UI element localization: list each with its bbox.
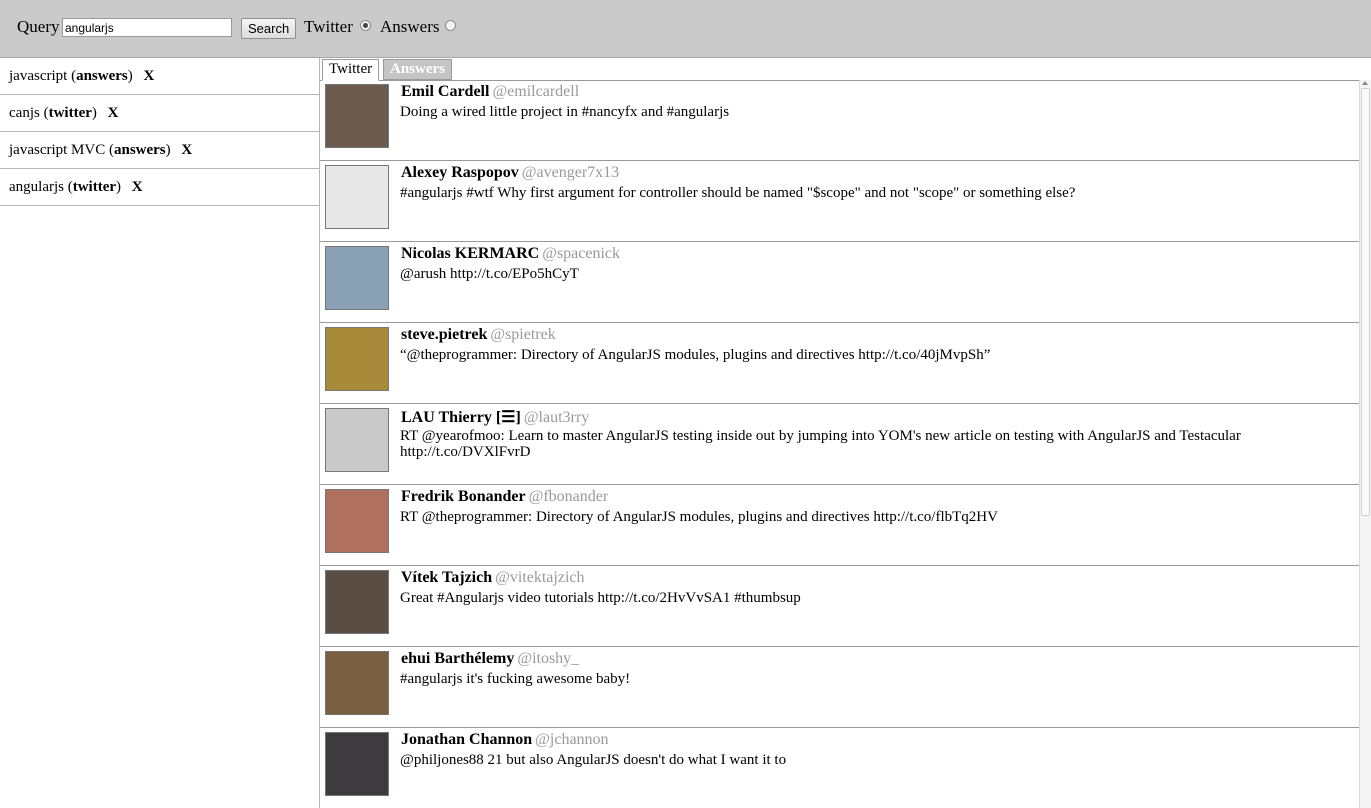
avatar[interactable] (325, 408, 389, 472)
tweet-item: ehui Barthélemy @itoshy_ #angularjs it's f… (320, 647, 1359, 728)
author-name[interactable]: ehui Barthélemy (401, 650, 514, 667)
search-bar: Query Search Twitter Answers (0, 0, 1371, 58)
source-twitter-label: Twitter (304, 17, 353, 36)
tweet-item: Jonathan Channon @jchannon @philjones88 21… (320, 728, 1359, 808)
author-name[interactable]: Nicolas KERMARC (401, 245, 539, 262)
author-handle[interactable]: @emilcardell (492, 83, 579, 100)
avatar[interactable] (325, 651, 389, 715)
tab-answers[interactable]: Answers (383, 59, 452, 80)
scroll-up-icon[interactable] (1362, 81, 1368, 85)
author-name[interactable]: Vítek Tajzich (401, 569, 492, 586)
avatar[interactable] (325, 732, 389, 796)
scrollbar-thumb[interactable] (1361, 88, 1370, 516)
tweet-text: RT @theprogrammer: Directory of AngularJ… (400, 509, 998, 525)
avatar[interactable] (325, 489, 389, 553)
tweet-author: Vítek Tajzich @vitektajzich (401, 569, 585, 587)
author-handle[interactable]: @vitektajzich (495, 569, 584, 586)
tweet-text: “@theprogrammer: Directory of AngularJS … (400, 347, 991, 363)
tweet-item: steve.pietrek @spietrek “@theprogrammer: D… (320, 323, 1359, 404)
tweet-text: @arush http://t.co/EPo5hCyT (400, 266, 579, 282)
source-answers-label: Answers (380, 17, 440, 36)
author-name[interactable]: Emil Cardell (401, 83, 489, 100)
avatar[interactable] (325, 327, 389, 391)
tweet-author: Emil Cardell @emilcardell (401, 83, 579, 101)
saved-search-source: twitter (72, 179, 117, 195)
tweet-list: Emil Cardell @emilcardell Doing a wired li… (320, 80, 1359, 808)
tweet-item: Nicolas KERMARC @spacenick @arush http://t… (320, 242, 1359, 323)
saved-search-item[interactable]: canjs (twitter) X (0, 95, 319, 132)
saved-search-term: javascript MVC (9, 142, 106, 158)
saved-search-source: answers (113, 142, 166, 158)
avatar[interactable] (325, 246, 389, 310)
remove-search-button[interactable]: X (143, 68, 154, 84)
author-handle[interactable]: @avenger7x13 (522, 164, 619, 181)
remove-search-button[interactable]: X (108, 105, 119, 121)
tweet-author: ehui Barthélemy @itoshy_ (401, 650, 579, 668)
saved-search-item[interactable]: javascript MVC (answers) X (0, 132, 319, 169)
query-label: Query (17, 17, 60, 36)
tweet-author: Jonathan Channon @jchannon (401, 731, 609, 749)
tweet-item: Vítek Tajzich @vitektajzich Great #Angular… (320, 566, 1359, 647)
saved-searches-sidebar: javascript (answers) X canjs (twitter) X… (0, 58, 320, 808)
tweet-text: @philjones88 21 but also AngularJS doesn… (400, 752, 787, 768)
avatar[interactable] (325, 570, 389, 634)
author-name[interactable]: Fredrik Bonander (401, 488, 526, 505)
remove-search-button[interactable]: X (181, 142, 192, 158)
query-input[interactable] (62, 18, 232, 37)
tweet-author: Nicolas KERMARC @spacenick (401, 245, 620, 263)
saved-search-term: angularjs (9, 179, 64, 195)
source-answers-radio[interactable] (445, 20, 456, 31)
author-handle[interactable]: @itoshy_ (517, 650, 579, 667)
author-name[interactable]: Alexey Raspopov (401, 164, 519, 181)
author-handle[interactable]: @jchannon (535, 731, 608, 748)
results-tabs: Twitter Answers (320, 58, 1371, 81)
tweet-author: LAU Thierry [☰] @laut3rry (401, 407, 589, 427)
saved-search-source: twitter (48, 105, 92, 121)
source-twitter-radio[interactable] (360, 20, 371, 31)
tweet-item: LAU Thierry [☰] @laut3rry RT @yearofmoo: L… (320, 404, 1359, 485)
author-name[interactable]: steve.pietrek (401, 326, 487, 343)
remove-search-button[interactable]: X (132, 179, 143, 195)
scrollbar[interactable] (1359, 80, 1371, 808)
avatar[interactable] (325, 84, 389, 148)
author-name[interactable]: LAU Thierry [☰] (401, 409, 521, 426)
author-handle[interactable]: @spacenick (542, 245, 620, 262)
avatar[interactable] (325, 165, 389, 229)
tweet-author: Alexey Raspopov @avenger7x13 (401, 164, 619, 182)
saved-search-item[interactable]: angularjs (twitter) X (0, 169, 319, 206)
tweet-author: steve.pietrek @spietrek (401, 326, 556, 344)
tweet-text: RT @yearofmoo: Learn to master AngularJS… (400, 428, 1241, 460)
author-handle[interactable]: @spietrek (490, 326, 555, 343)
tweet-text: Doing a wired little project in #nancyfx… (400, 104, 730, 120)
author-handle[interactable]: @laut3rry (524, 409, 589, 426)
tweet-author: Fredrik Bonander @fbonander (401, 488, 608, 506)
search-button[interactable]: Search (241, 18, 297, 39)
tweet-text: #angularjs it's fucking awesome baby! (400, 671, 631, 687)
author-handle[interactable]: @fbonander (529, 488, 609, 505)
saved-search-term: javascript (9, 68, 68, 84)
tab-twitter[interactable]: Twitter (322, 59, 380, 81)
saved-search-source: answers (76, 68, 128, 84)
tweet-item: Alexey Raspopov @avenger7x13 #angularjs #w… (320, 161, 1359, 242)
saved-search-term: canjs (9, 105, 40, 121)
tweet-item: Fredrik Bonander @fbonander RT @theprogram… (320, 485, 1359, 566)
tweet-item: Emil Cardell @emilcardell Doing a wired li… (320, 80, 1359, 161)
tweet-text: #angularjs #wtf Why first argument for c… (400, 185, 1076, 201)
author-name[interactable]: Jonathan Channon (401, 731, 532, 748)
saved-search-item[interactable]: javascript (answers) X (0, 58, 319, 95)
tweet-text: Great #Angularjs video tutorials http://… (400, 590, 801, 606)
